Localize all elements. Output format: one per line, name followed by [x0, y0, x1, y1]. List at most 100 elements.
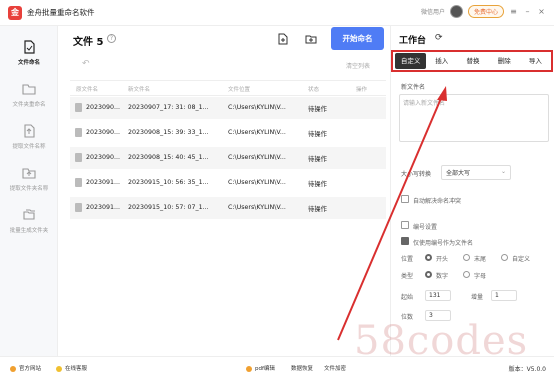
- only-number-checkbox[interactable]: [401, 237, 409, 245]
- service-icon: [56, 365, 62, 372]
- pdf-edit-link[interactable]: pdf编辑: [246, 364, 275, 372]
- sidebar: 文件命名 文件夹重命名 提取文件名称 提取文件夹名称 批量生成文件夹: [0, 26, 58, 356]
- table-row[interactable]: 2023091... 20230915_10: 57: 07_1... C:\U…: [70, 197, 386, 219]
- folder-icon: [22, 84, 36, 95]
- official-website-link[interactable]: 官方网站: [10, 364, 41, 372]
- minimize-icon[interactable]: –: [523, 7, 532, 16]
- table-row[interactable]: 2023090... 20230907_17: 31: 08_1... C:\U…: [70, 97, 386, 119]
- tab-custom[interactable]: 自定义: [395, 53, 427, 69]
- case-select-value: 全部大写: [446, 170, 471, 177]
- sidebar-item-batch-folders[interactable]: 批量生成文件夹: [0, 208, 58, 234]
- pdf-edit-label: pdf编辑: [255, 366, 275, 372]
- increment-label: 增量: [471, 294, 484, 301]
- tab-replace[interactable]: 替换: [457, 53, 488, 69]
- type-number-label: 数字: [436, 273, 449, 280]
- numbering-label: 编号设置: [413, 224, 438, 231]
- website-icon: [10, 365, 16, 372]
- clear-list-button[interactable]: 清空列表: [346, 61, 370, 70]
- batch-folders-icon: [23, 209, 35, 220]
- column-header: 状态: [308, 87, 320, 93]
- data-recovery-link[interactable]: 数据恢复: [291, 364, 313, 372]
- file-icon: [75, 203, 82, 212]
- numbering-checkbox[interactable]: [401, 221, 409, 229]
- file-list-area: 文件 5 ? 开始命名 ↶ 清空列表 原文件名 新文件名 文件位置 状态 操作 …: [60, 26, 390, 356]
- refresh-icon[interactable]: ⟳: [435, 33, 443, 43]
- add-folder-icon[interactable]: [305, 33, 317, 45]
- type-label: 类型: [401, 273, 414, 280]
- status: 待操作: [308, 106, 327, 113]
- panel-title: 工作台: [399, 36, 427, 46]
- undo-icon[interactable]: ↶: [82, 59, 90, 69]
- sidebar-item-file-rename[interactable]: 文件命名: [0, 40, 58, 66]
- column-header: 新文件名: [128, 87, 151, 93]
- column-header[interactable]: 原文件名: [76, 85, 98, 93]
- status: 待操作: [308, 206, 327, 213]
- menu-icon[interactable]: ≡: [509, 7, 518, 16]
- column-header: 操作: [356, 87, 368, 93]
- case-label: 大小写转换: [401, 171, 432, 178]
- table-row[interactable]: 2023090... 20230908_15: 40: 45_1... C:\U…: [70, 147, 386, 169]
- file-encrypt-link[interactable]: 文件加密: [324, 364, 346, 372]
- help-icon[interactable]: ?: [107, 34, 116, 43]
- extract-file-icon: [24, 124, 35, 138]
- position-custom-label: 自定义: [512, 256, 531, 263]
- position-start-label: 开头: [436, 256, 449, 263]
- new-name: 20230915_10: 57: 07_1...: [128, 204, 209, 211]
- rule-tabs: 自定义 插入 替换 删除 导入: [391, 50, 553, 72]
- add-file-icon[interactable]: [277, 33, 289, 45]
- file-icon: [75, 178, 82, 187]
- digits-stepper[interactable]: 3: [425, 310, 451, 321]
- position-start-radio[interactable]: [425, 254, 432, 261]
- original-name: 2023091...: [86, 204, 121, 211]
- new-name-input[interactable]: 请输入新文件名: [399, 94, 549, 142]
- footer: 官方网站 在线客服 pdf编辑 数据恢复 文件加密 版本：V5.0.0: [0, 356, 554, 378]
- original-name: 2023091...: [86, 179, 121, 186]
- original-name: 2023090...: [86, 154, 121, 161]
- only-number-label: 仅使用编号作为文件名: [413, 240, 474, 247]
- tab-delete[interactable]: 删除: [489, 53, 520, 69]
- vip-center-button[interactable]: 免费中心: [467, 5, 504, 18]
- file-icon: [75, 103, 82, 112]
- conflict-label: 自动解决命名冲突: [413, 198, 462, 205]
- file-location: C:\Users\KYLIN\V...: [228, 104, 286, 111]
- status: 待操作: [308, 131, 327, 138]
- start-stepper[interactable]: 131: [425, 290, 451, 301]
- tab-insert[interactable]: 插入: [426, 53, 457, 69]
- online-service-link[interactable]: 在线客服: [56, 364, 87, 372]
- new-name: 20230908_15: 39: 33_1...: [128, 129, 209, 136]
- file-icon: [75, 153, 82, 162]
- app-logo-icon: 金: [8, 5, 22, 20]
- avatar[interactable]: [449, 5, 463, 18]
- column-header: 文件位置: [228, 87, 251, 93]
- close-icon[interactable]: ×: [537, 7, 546, 16]
- file-location: C:\Users\KYLIN\V...: [228, 129, 286, 136]
- type-number-radio[interactable]: [425, 271, 432, 278]
- tab-import[interactable]: 导入: [520, 53, 551, 69]
- new-name-label: 新文件名: [401, 84, 426, 91]
- table-row[interactable]: 2023091... 20230915_10: 56: 35_1... C:\U…: [70, 172, 386, 194]
- type-letter-label: 字母: [474, 273, 487, 280]
- sidebar-item-label: 提取文件名称: [12, 144, 46, 150]
- start-rename-button[interactable]: 开始命名: [331, 27, 384, 50]
- page-title: 文件 5: [73, 37, 104, 48]
- file-location: C:\Users\KYLIN\V...: [228, 179, 286, 186]
- title-bar: 金 金舟批量重命名软件 微信用户 免费中心 ≡ – ×: [0, 0, 554, 26]
- status: 待操作: [308, 181, 327, 188]
- app-title: 金舟批量重命名软件: [27, 8, 95, 17]
- conflict-checkbox[interactable]: [401, 195, 409, 203]
- sidebar-item-label: 文件命名: [17, 60, 40, 66]
- position-end-radio[interactable]: [463, 254, 470, 261]
- digits-label: 位数: [401, 314, 414, 321]
- increment-stepper[interactable]: 1: [491, 290, 517, 301]
- original-name: 2023090...: [86, 104, 121, 111]
- table-row[interactable]: 2023090... 20230908_15: 39: 33_1... C:\U…: [70, 122, 386, 144]
- sidebar-item-folder-rename[interactable]: 文件夹重命名: [0, 82, 58, 108]
- case-select[interactable]: 全部大写 ⌄: [441, 165, 511, 180]
- sidebar-item-extract-filename[interactable]: 提取文件名称: [0, 124, 58, 150]
- position-custom-radio[interactable]: [501, 254, 508, 261]
- type-letter-radio[interactable]: [463, 271, 470, 278]
- sidebar-item-extract-foldername[interactable]: 提取文件夹名称: [0, 166, 58, 192]
- file-location: C:\Users\KYLIN\V...: [228, 154, 286, 161]
- new-name: 20230907_17: 31: 08_1...: [128, 104, 209, 111]
- user-name[interactable]: 微信用户: [421, 7, 445, 16]
